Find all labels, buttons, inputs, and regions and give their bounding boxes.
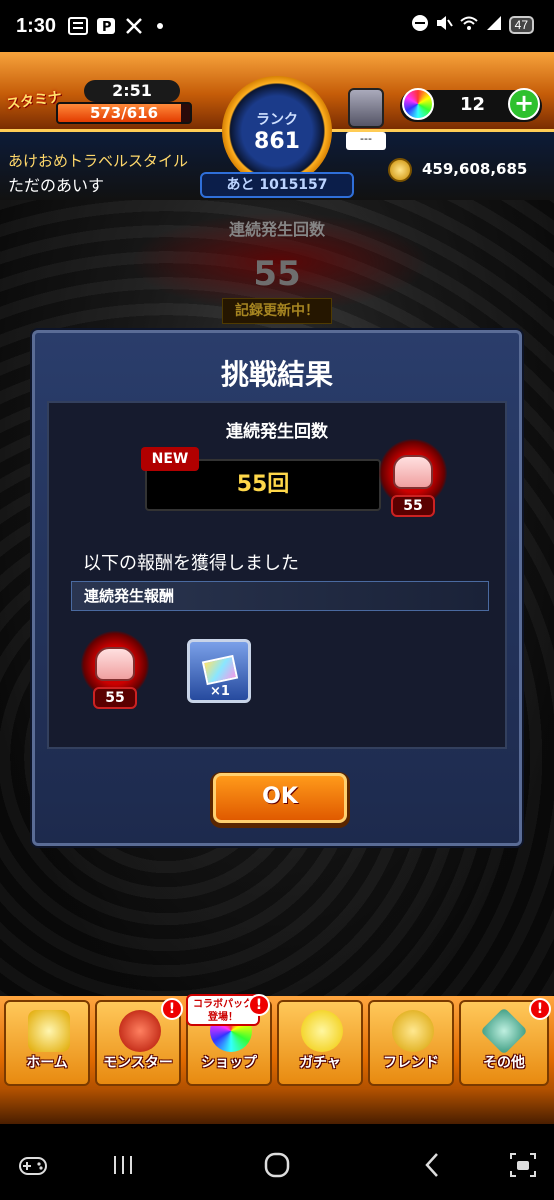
- android-nav-bar: [0, 1124, 554, 1200]
- reward-fist-icon: [95, 647, 135, 681]
- bottom-menu: ホーム モンスター ! ショップ ガチャ フレンド その他 ! コラボパック 登…: [0, 994, 554, 1124]
- ok-button[interactable]: OK: [213, 773, 347, 823]
- screenshot-icon[interactable]: [508, 1150, 538, 1180]
- gem-box-value: ---: [346, 132, 386, 150]
- news-icon: [68, 17, 89, 35]
- status-right: 47: [411, 14, 534, 36]
- mute-icon: [435, 14, 453, 36]
- menu-item-friend[interactable]: フレンド: [368, 1000, 454, 1086]
- dialog-content-panel: 連続発生回数 55回 NEW 55 以下の報酬を獲得しました 連続発生報酬 55…: [47, 401, 507, 749]
- reward-fist-item[interactable]: 55: [81, 631, 149, 709]
- menu-item-gacha[interactable]: ガチャ: [277, 1000, 363, 1086]
- menu-bottom-strip: [0, 1088, 554, 1124]
- battery-indicator: 47: [508, 16, 534, 34]
- reward-ticket-item[interactable]: ×1: [187, 639, 251, 703]
- fist-badge-number: 55: [391, 495, 435, 517]
- home-button-icon[interactable]: [262, 1150, 292, 1180]
- monster-icon: [119, 1010, 161, 1052]
- signal-icon: [485, 14, 503, 36]
- status-bar: 1:30 P 47: [0, 0, 554, 52]
- menu-label-other: その他: [483, 1055, 525, 1071]
- menu-label-friend: フレンド: [383, 1055, 439, 1071]
- notification-dot-icon: [152, 17, 172, 35]
- rank-value: 861: [254, 128, 300, 154]
- coin-icon: [388, 158, 412, 182]
- fist-icon: [393, 455, 433, 489]
- gamepad-icon[interactable]: [18, 1150, 48, 1180]
- rank-badge[interactable]: ランク 861: [222, 76, 332, 186]
- game-header: スタミナ 2:51 573/616 ランク 861 あと 1015157 ---…: [0, 52, 554, 200]
- other-icon: [480, 1007, 528, 1055]
- menu-item-monster[interactable]: モンスター !: [95, 998, 183, 1086]
- gacha-icon: [301, 1010, 343, 1052]
- gem-box-icon[interactable]: [348, 88, 384, 128]
- menu-label-shop: ショップ: [201, 1055, 257, 1071]
- menu-label-gacha: ガチャ: [299, 1055, 341, 1071]
- reward-heading: 以下の報酬を獲得しました: [83, 553, 299, 574]
- ticket-icon: [201, 654, 239, 686]
- orb-count: 12: [460, 94, 486, 115]
- menu-item-other[interactable]: その他 !: [459, 998, 551, 1086]
- app-p-icon: P: [96, 17, 116, 35]
- rank-next-exp: あと 1015157: [200, 172, 354, 198]
- collab-tag-line2: 登場！: [208, 1012, 238, 1023]
- x-icon: [124, 17, 144, 35]
- menu-label-home: ホーム: [26, 1055, 68, 1071]
- stamina-timer: 2:51: [84, 80, 180, 102]
- back-icon[interactable]: [418, 1150, 448, 1180]
- orb-icon: [402, 88, 434, 120]
- player-name: ただのあいす: [8, 176, 105, 195]
- status-time: 1:30: [16, 14, 57, 37]
- add-orb-button[interactable]: +: [508, 88, 540, 120]
- stamina-bar[interactable]: 573/616: [56, 102, 192, 124]
- dialog-title: 挑戦結果: [220, 358, 333, 391]
- shop-alert-icon: !: [248, 994, 270, 1016]
- recent-apps-icon[interactable]: [108, 1150, 138, 1180]
- menu-label-monster: モンスター: [103, 1055, 173, 1071]
- reward-fist-number: 55: [93, 687, 137, 709]
- fist-count-badge: 55: [379, 439, 447, 517]
- monster-alert-icon: !: [161, 998, 183, 1020]
- new-badge: NEW: [141, 447, 199, 471]
- dnd-icon: [411, 14, 429, 36]
- ticket-quantity: ×1: [210, 684, 230, 699]
- wifi-icon: [459, 14, 479, 36]
- other-alert-icon: !: [529, 998, 551, 1020]
- rank-label: ランク: [256, 111, 298, 128]
- reward-category-bar: 連続発生報酬: [71, 581, 489, 611]
- stamina-text: 573/616: [89, 104, 159, 122]
- home-icon: [28, 1010, 70, 1052]
- result-dialog: 挑戦結果 連続発生回数 55回 NEW 55 以下の報酬を獲得しました 連続発生…: [32, 330, 522, 846]
- friend-icon: [392, 1010, 434, 1052]
- menu-item-home[interactable]: ホーム: [4, 1000, 90, 1086]
- svg-text:P: P: [102, 20, 112, 35]
- player-title: あけおめトラベルスタイル: [8, 152, 189, 170]
- coin-count: 459,608,685: [422, 160, 528, 178]
